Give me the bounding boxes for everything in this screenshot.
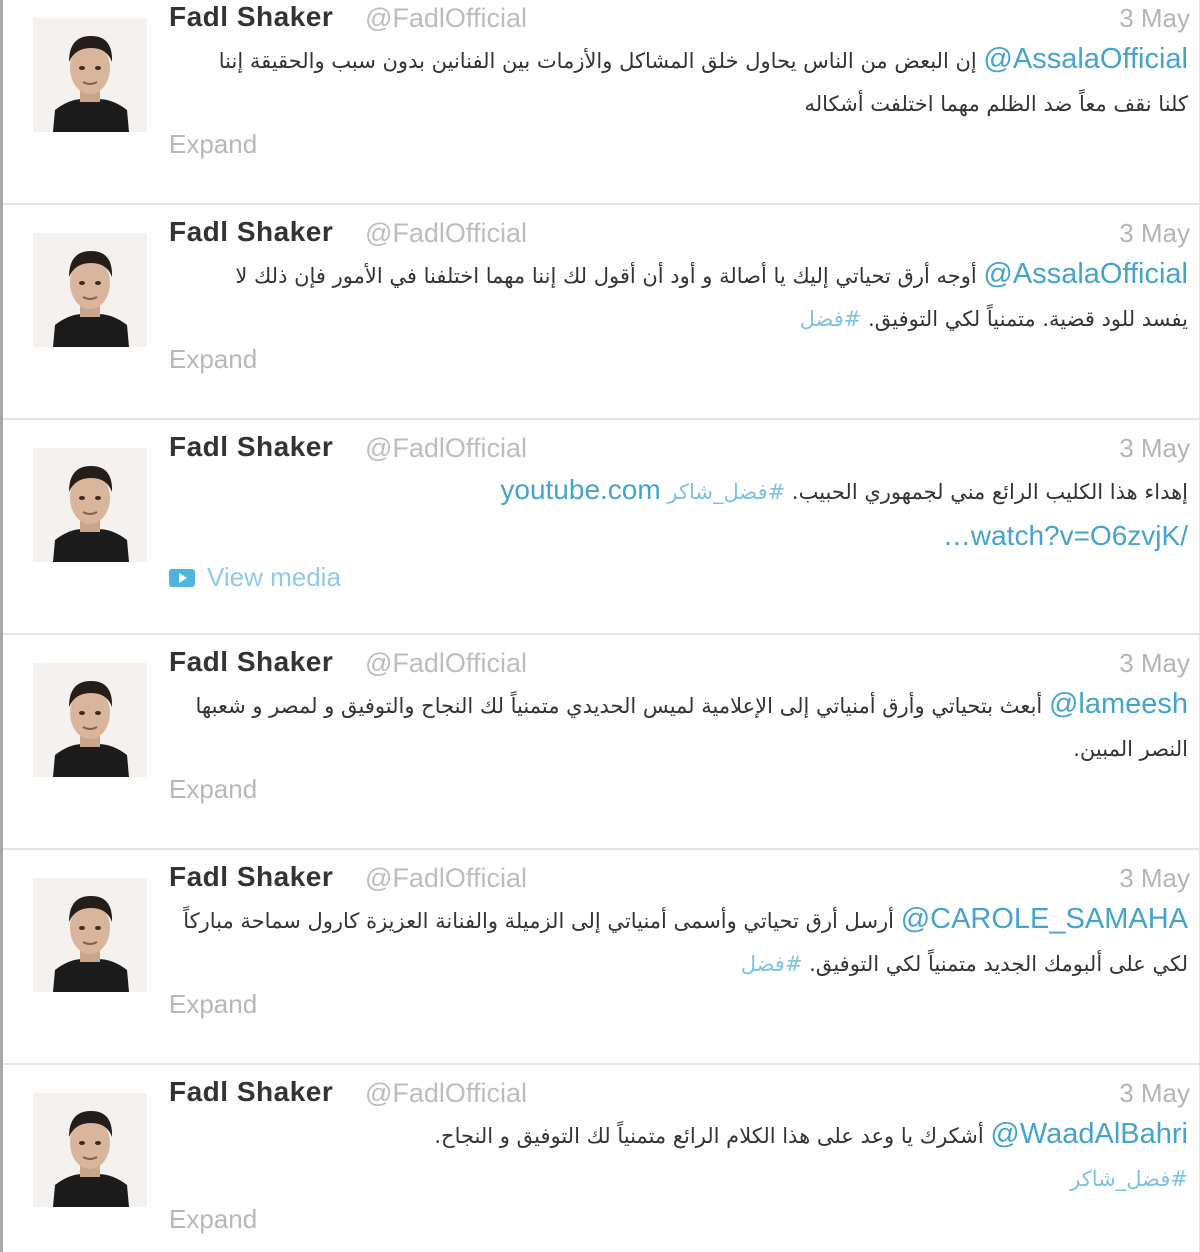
- video-icon: [169, 568, 195, 587]
- tweet[interactable]: Fadl Shaker @FadlOfficial 3 May @AssalaO…: [3, 205, 1200, 420]
- view-media-label: View media: [207, 562, 341, 592]
- hashtag-link[interactable]: #فضل_شاكر: [667, 480, 785, 504]
- author-handle[interactable]: @FadlOfficial: [365, 3, 527, 34]
- tweet-timeline: Fadl Shaker @FadlOfficial 3 May @AssalaO…: [0, 0, 1200, 1252]
- tweet[interactable]: Fadl Shaker @FadlOfficial 3 May @lameesh…: [3, 635, 1200, 850]
- avatar[interactable]: [33, 233, 147, 347]
- author-name[interactable]: Fadl Shaker: [169, 1, 333, 33]
- author-name[interactable]: Fadl Shaker: [169, 431, 333, 463]
- author-handle[interactable]: @FadlOfficial: [365, 648, 527, 679]
- author-name[interactable]: Fadl Shaker: [169, 216, 333, 248]
- tweet-text: @AssalaOfficial أوجه أرق تحياتي إليك يا …: [183, 253, 1188, 341]
- tweet[interactable]: Fadl Shaker @FadlOfficial 3 May @AssalaO…: [3, 0, 1200, 205]
- tweet[interactable]: Fadl Shaker @FadlOfficial 3 May @CAROLE_…: [3, 850, 1200, 1065]
- author-handle[interactable]: @FadlOfficial: [365, 218, 527, 249]
- hashtag-link[interactable]: #فضل_شاكر: [1070, 1167, 1188, 1191]
- youtube-link-path[interactable]: /watch?v=O6zvjK…: [943, 520, 1188, 551]
- tweet-date[interactable]: 3 May: [1119, 863, 1190, 894]
- expand-link[interactable]: Expand: [169, 774, 257, 805]
- tweet-date[interactable]: 3 May: [1119, 218, 1190, 249]
- tweet-date[interactable]: 3 May: [1119, 1078, 1190, 1109]
- author-name[interactable]: Fadl Shaker: [169, 861, 333, 893]
- author-handle[interactable]: @FadlOfficial: [365, 863, 527, 894]
- tweet-date[interactable]: 3 May: [1119, 433, 1190, 464]
- author-handle[interactable]: @FadlOfficial: [365, 1078, 527, 1109]
- mention-link[interactable]: @AssalaOfficial: [983, 43, 1188, 75]
- tweet[interactable]: Fadl Shaker @FadlOfficial 3 May @WaadAlB…: [3, 1065, 1200, 1252]
- hashtag-link[interactable]: #فضل: [741, 952, 803, 976]
- tweet-body-text: أبعث بتحياتي وأرق أمنياتي إلى الإعلامية …: [195, 694, 1188, 761]
- tweet-text: @AssalaOfficial إن البعض من الناس يحاول …: [183, 38, 1188, 126]
- tweet-body-text: إهداء هذا الكليب الرائع مني لجمهوري الحب…: [791, 480, 1188, 504]
- hashtag-link[interactable]: #فضل: [800, 307, 862, 331]
- author-handle[interactable]: @FadlOfficial: [365, 433, 527, 464]
- youtube-link[interactable]: youtube.com: [500, 474, 660, 505]
- mention-link[interactable]: @AssalaOfficial: [983, 258, 1188, 290]
- tweet-text: إهداء هذا الكليب الرائع مني لجمهوري الحب…: [183, 468, 1188, 560]
- avatar[interactable]: [33, 878, 147, 992]
- tweet-text: @WaadAlBahri أشكرك يا وعد على هذا الكلام…: [183, 1113, 1188, 1201]
- tweet-text: @lameesh أبعث بتحياتي وأرق أمنياتي إلى ا…: [183, 683, 1188, 771]
- expand-link[interactable]: Expand: [169, 989, 257, 1020]
- view-media-link[interactable]: View media: [169, 562, 341, 593]
- mention-link[interactable]: @CAROLE_SAMAHA: [901, 903, 1188, 935]
- tweet-body-text: أشكرك يا وعد على هذا الكلام الرائع متمني…: [434, 1124, 984, 1148]
- avatar[interactable]: [33, 1093, 147, 1207]
- mention-link[interactable]: @WaadAlBahri: [990, 1118, 1188, 1150]
- author-name[interactable]: Fadl Shaker: [169, 1076, 333, 1108]
- avatar[interactable]: [33, 18, 147, 132]
- expand-link[interactable]: Expand: [169, 129, 257, 160]
- avatar[interactable]: [33, 448, 147, 562]
- tweet-date[interactable]: 3 May: [1119, 3, 1190, 34]
- tweet[interactable]: Fadl Shaker @FadlOfficial 3 May إهداء هذ…: [3, 420, 1200, 635]
- mention-link[interactable]: @lameesh: [1049, 688, 1188, 720]
- avatar[interactable]: [33, 663, 147, 777]
- tweet-date[interactable]: 3 May: [1119, 648, 1190, 679]
- expand-link[interactable]: Expand: [169, 1204, 257, 1235]
- author-name[interactable]: Fadl Shaker: [169, 646, 333, 678]
- expand-link[interactable]: Expand: [169, 344, 257, 375]
- tweet-text: @CAROLE_SAMAHA أرسل أرق تحياتي وأسمى أمن…: [183, 898, 1188, 986]
